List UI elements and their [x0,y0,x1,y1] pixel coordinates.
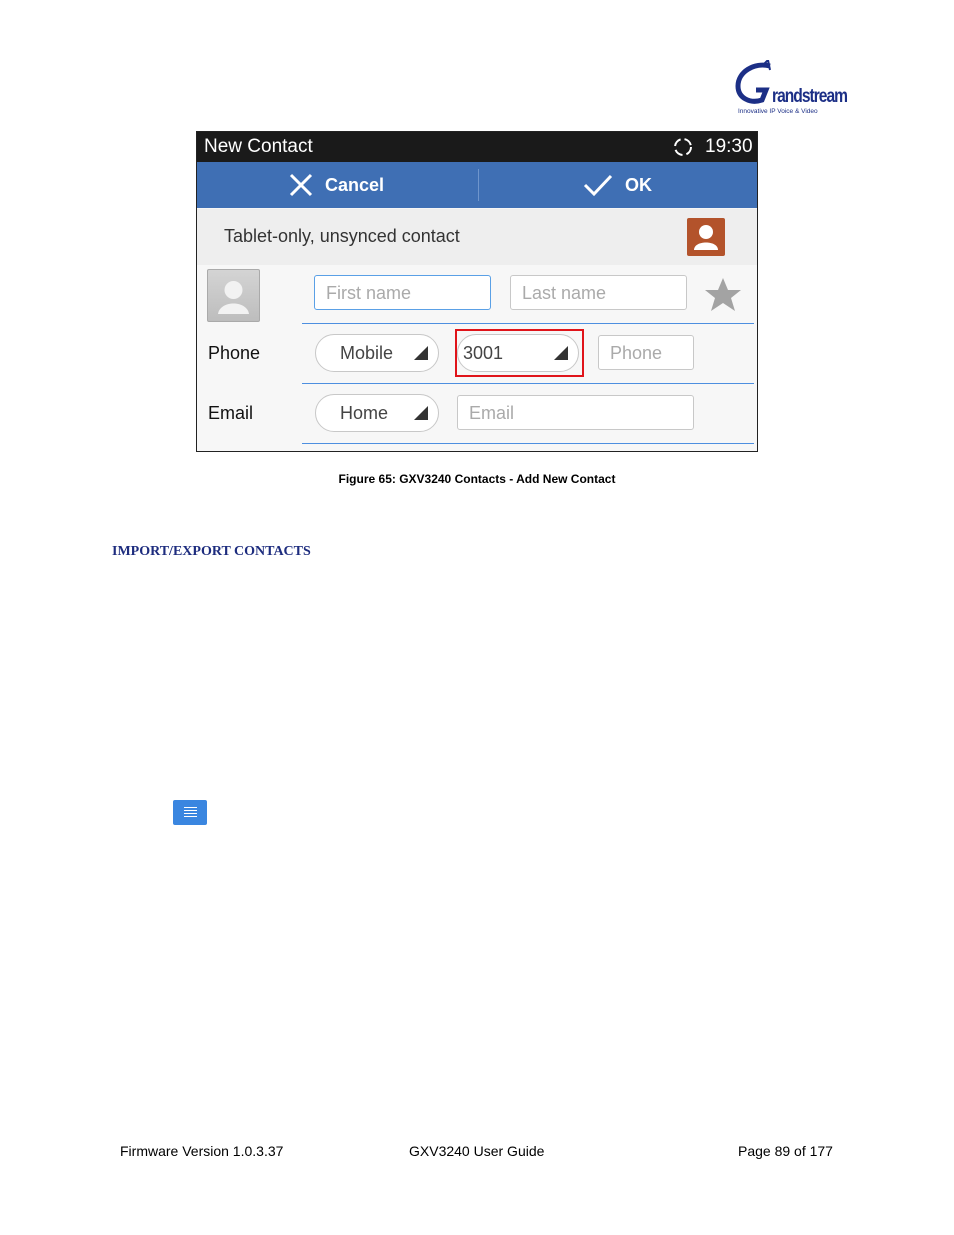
row-divider [302,443,754,444]
logo-wordmark: randstream [772,86,848,107]
footer-guide-title: GXV3240 User Guide [409,1143,545,1159]
contact-photo[interactable] [207,269,260,322]
dropdown-triangle-icon [414,346,428,360]
figure-caption: Figure 65: GXV3240 Contacts - Add New Co… [338,472,616,486]
action-bar: Cancel OK [197,162,757,208]
menu-list-icon [173,800,207,825]
row-divider [302,323,754,324]
favorite-star-icon[interactable] [704,277,742,313]
email-type-value: Home [340,403,389,423]
email-label: Email [208,403,254,423]
close-icon [289,173,313,197]
last-name-input[interactable]: Last name [510,275,687,310]
cancel-button[interactable]: Cancel [289,162,384,208]
email-input[interactable]: Email [457,395,694,430]
highlight-box [455,329,584,377]
phone-type-spinner[interactable]: Mobile [315,334,439,372]
footer-page-number: Page 89 of 177 [738,1143,833,1159]
checkmark-icon [583,174,613,197]
first-name-input[interactable]: First name [314,275,491,310]
person-icon [694,225,718,250]
action-divider [478,169,479,201]
grandstream-logo: randstream Innovative IP Voice & Video [734,60,848,118]
footer-firmware: Firmware Version 1.0.3.37 [120,1143,284,1159]
new-contact-screenshot: New Contact 19:30 Cancel OK Tablet-only,… [196,131,758,452]
account-bar[interactable]: Tablet-only, unsynced contact [197,209,757,265]
cancel-label: Cancel [325,174,385,195]
status-time: 19:30 [705,136,753,157]
phone-label: Phone [208,343,261,363]
logo-tagline: Innovative IP Voice & Video [738,108,818,115]
section-heading: IMPORT/EXPORT CONTACTS [112,544,311,559]
account-label: Tablet-only, unsynced contact [224,226,460,246]
contact-form: First name Last name Phone Mobile 3001 P… [197,265,757,451]
avatar-icon [218,281,249,314]
email-type-spinner[interactable]: Home [315,394,439,432]
status-bar: New Contact 19:30 [197,132,757,162]
dropdown-triangle-icon [414,406,428,420]
ok-label: OK [625,174,652,195]
row-divider [302,383,754,384]
phone-type-value: Mobile [340,343,394,363]
sync-icon [674,138,692,156]
ok-button[interactable]: OK [583,162,652,208]
screen-title: New Contact [204,136,313,157]
phone-number-input[interactable]: Phone [598,335,694,370]
contact-account-icon[interactable] [687,218,725,256]
